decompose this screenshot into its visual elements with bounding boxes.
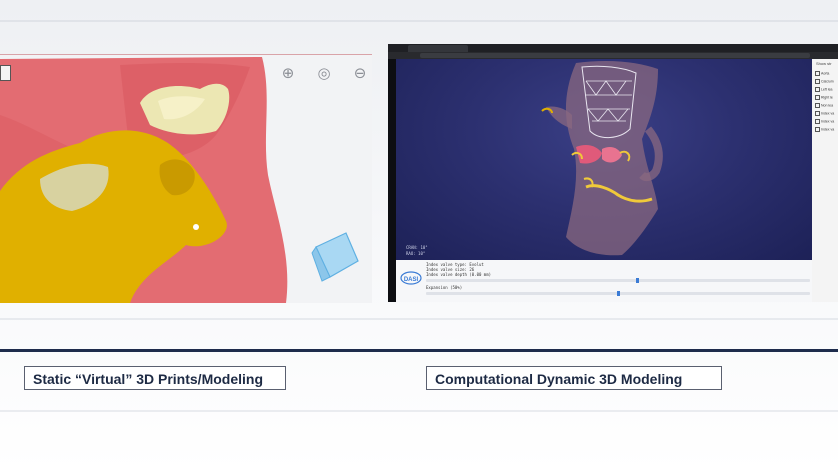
rao-angle-label: RAO: 10°: [406, 251, 426, 256]
legend-item-left-leaflet[interactable]: Left lea: [815, 87, 832, 92]
structure-legend: Show str Aorta Calcium Left lea Right le…: [812, 59, 838, 302]
valve-depth-label: Index valve depth (0.00 mm): [426, 272, 492, 277]
legend-item-aorta[interactable]: Aorta: [815, 71, 829, 76]
browser-tab[interactable]: [408, 45, 468, 52]
static-3d-model-viewer[interactable]: ⊕ ◎ ⊖: [0, 54, 372, 303]
zoom-in-icon[interactable]: ⊕: [278, 63, 298, 83]
cran-angle-label: CRAN: 10°: [406, 245, 428, 250]
checkbox-icon[interactable]: [815, 71, 820, 76]
slider-thumb[interactable]: [635, 278, 639, 283]
checkbox-icon[interactable]: [815, 103, 820, 108]
legend-item-index-valve[interactable]: Index va: [815, 119, 834, 124]
background-stripe: [0, 410, 838, 412]
valve-depth-slider[interactable]: [426, 278, 810, 283]
anatomy-render: [0, 57, 359, 303]
background-stripe: [0, 318, 838, 320]
legend-item-non-leaflet[interactable]: Non lea: [815, 103, 833, 108]
checkbox-icon[interactable]: [815, 119, 820, 124]
browser-tab-bar: [388, 44, 838, 52]
expansion-label: Expansion (50%): [426, 285, 463, 290]
logo-text: DASI: [404, 277, 419, 283]
valve-render: [541, 61, 663, 256]
static-modeling-caption: Static “Virtual” 3D Prints/Modeling: [24, 366, 286, 390]
checkbox-icon[interactable]: [815, 111, 820, 116]
view-cube-toggle[interactable]: [0, 65, 11, 81]
checkbox-icon[interactable]: [815, 79, 820, 84]
checkbox-icon[interactable]: [815, 95, 820, 100]
legend-item-right-leaflet[interactable]: Right le: [815, 95, 833, 100]
url-field[interactable]: [420, 53, 810, 58]
dynamic-modeling-caption: Computational Dynamic 3D Modeling: [426, 366, 722, 390]
dynamic-3d-simulation-window: CRAN: 10° RAO: 10° Show str Aorta Calciu…: [388, 44, 838, 302]
expansion-slider[interactable]: [426, 291, 810, 296]
simulation-controls: DASI Index valve type: Evolut Index valv…: [396, 260, 812, 302]
slider-thumb[interactable]: [616, 291, 620, 296]
checkbox-icon[interactable]: [815, 127, 820, 132]
background-stripe: [0, 20, 838, 22]
browser-address-bar: [388, 52, 838, 59]
legend-item-index-valve[interactable]: Index va: [815, 127, 834, 132]
checkbox-icon[interactable]: [815, 87, 820, 92]
legend-item-index-valve[interactable]: Index va: [815, 111, 834, 116]
simulation-viewport[interactable]: CRAN: 10° RAO: 10°: [396, 59, 812, 260]
zoom-out-icon[interactable]: ⊖: [350, 63, 370, 83]
legend-item-calcium[interactable]: Calcium: [815, 79, 834, 84]
legend-title: Show str: [816, 61, 832, 66]
section-divider: [0, 349, 838, 352]
reset-view-icon[interactable]: ◎: [314, 63, 334, 83]
dasi-logo: DASI: [400, 271, 422, 285]
